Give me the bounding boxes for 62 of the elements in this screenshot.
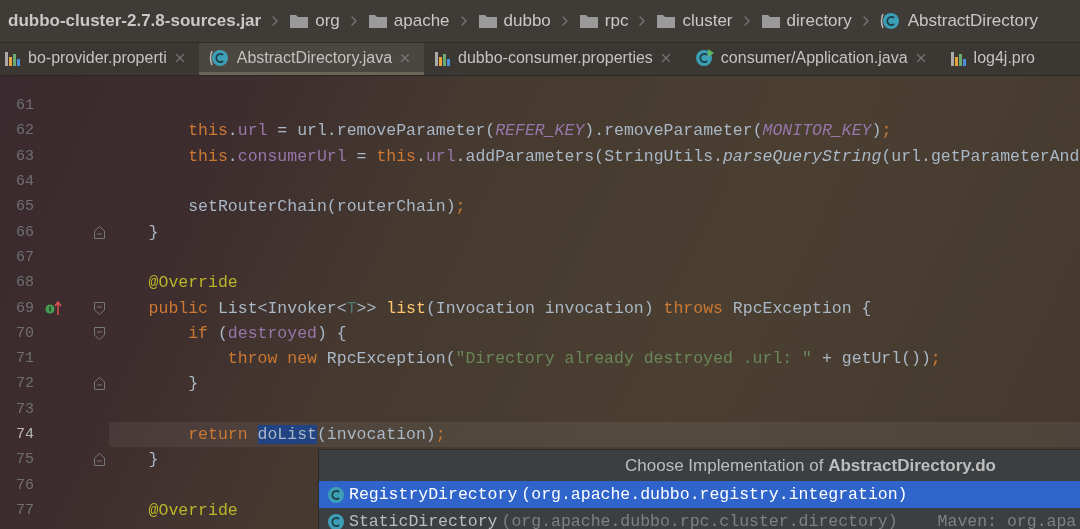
editor-tab[interactable]: bo-provider.properti xyxy=(0,43,199,75)
line-number: 63 xyxy=(15,147,34,165)
editor-tab[interactable]: log4j.pro xyxy=(939,43,1047,75)
line-number: 66 xyxy=(15,223,34,241)
folder-icon xyxy=(367,13,388,29)
code-line: this.url = url.removeParameter(REFER_KEY).removeParameter(MONITOR_KEY); xyxy=(187,121,892,141)
breadcrumb-item[interactable]: AbstractDirectory xyxy=(879,11,1039,31)
folder-icon xyxy=(477,13,498,29)
code-line: } xyxy=(187,374,199,394)
line-number: 72 xyxy=(15,375,34,393)
breadcrumb-item[interactable]: rpc xyxy=(578,11,629,31)
line-number: 75 xyxy=(15,451,34,469)
line-number: 68 xyxy=(15,274,34,292)
code-line: } xyxy=(147,450,159,470)
code-line: setRouterChain(routerChain); xyxy=(187,197,466,217)
popup-title: Choose Implementation of AbstractDirectory.do xyxy=(624,454,997,477)
breadcrumb-item[interactable]: apache xyxy=(367,11,450,31)
class-icon xyxy=(327,485,345,504)
breadcrumb-item[interactable]: cluster xyxy=(656,11,733,31)
folder-icon xyxy=(578,13,599,29)
line-number: 65 xyxy=(15,198,34,216)
code-line: } xyxy=(147,222,159,242)
breadcrumb-item[interactable]: dubbo-cluster-2.7.8-sources.jar xyxy=(8,11,262,31)
code-line: throw new RpcException("Directory already destroyed .url: " + getUrl()); xyxy=(226,349,941,369)
folder-icon xyxy=(656,13,677,29)
editor-tab[interactable]: consumer/Application.java xyxy=(684,43,940,75)
fold-icon[interactable] xyxy=(94,225,105,239)
line-number: 74 xyxy=(15,426,34,443)
line-number: 69 xyxy=(15,299,34,317)
editor-tab[interactable]: dubbo-consumer.properties xyxy=(424,43,685,75)
code-line: public List<Invoker<T>> list(Invocation invocation) throws RpcException { xyxy=(147,298,872,318)
breadcrumb-item[interactable]: dubbo xyxy=(477,11,551,31)
class-icon xyxy=(327,512,345,529)
implementation-item[interactable]: StaticDirectory (org.apache.dubbo.rpc.cluster.directory) Maven: org.apa xyxy=(319,508,1080,529)
line-number: 64 xyxy=(15,173,34,191)
line-number: 61 xyxy=(15,97,34,115)
line-number: 77 xyxy=(15,501,34,519)
line-number: 73 xyxy=(15,400,34,418)
line-number: 71 xyxy=(15,350,34,368)
line-number: 70 xyxy=(15,324,34,342)
code-line: this.consumerUrl = this.url.addParameters(StringUtils.parseQueryString(url.getParameterAnd xyxy=(187,146,1080,166)
code-line: return doList(invocation); xyxy=(187,425,446,444)
line-number: 62 xyxy=(15,122,34,140)
breadcrumb-item[interactable]: org xyxy=(289,11,340,31)
runnable-class-icon xyxy=(694,48,715,67)
code-line: @Override xyxy=(147,500,238,520)
class-icon xyxy=(879,12,902,30)
code-line: if (destroyed) { xyxy=(187,323,347,343)
fold-icon[interactable] xyxy=(94,301,105,315)
fold-icon[interactable] xyxy=(94,326,105,340)
folder-icon xyxy=(289,13,310,29)
line-number: 76 xyxy=(15,476,34,494)
folder-icon xyxy=(760,13,781,29)
breadcrumb-item[interactable]: directory xyxy=(760,11,852,31)
class-icon xyxy=(208,48,231,67)
code-line: @Override xyxy=(147,273,238,293)
implements-marker-icon[interactable] xyxy=(45,300,63,316)
editor-tab[interactable]: AbstractDirectory.java xyxy=(198,43,425,75)
line-number: 67 xyxy=(15,248,34,266)
fold-icon[interactable] xyxy=(94,453,105,467)
implementation-item[interactable]: RegistryDirectory (org.apache.dubbo.registry.integration) xyxy=(319,481,1080,508)
fold-icon[interactable] xyxy=(94,377,105,391)
